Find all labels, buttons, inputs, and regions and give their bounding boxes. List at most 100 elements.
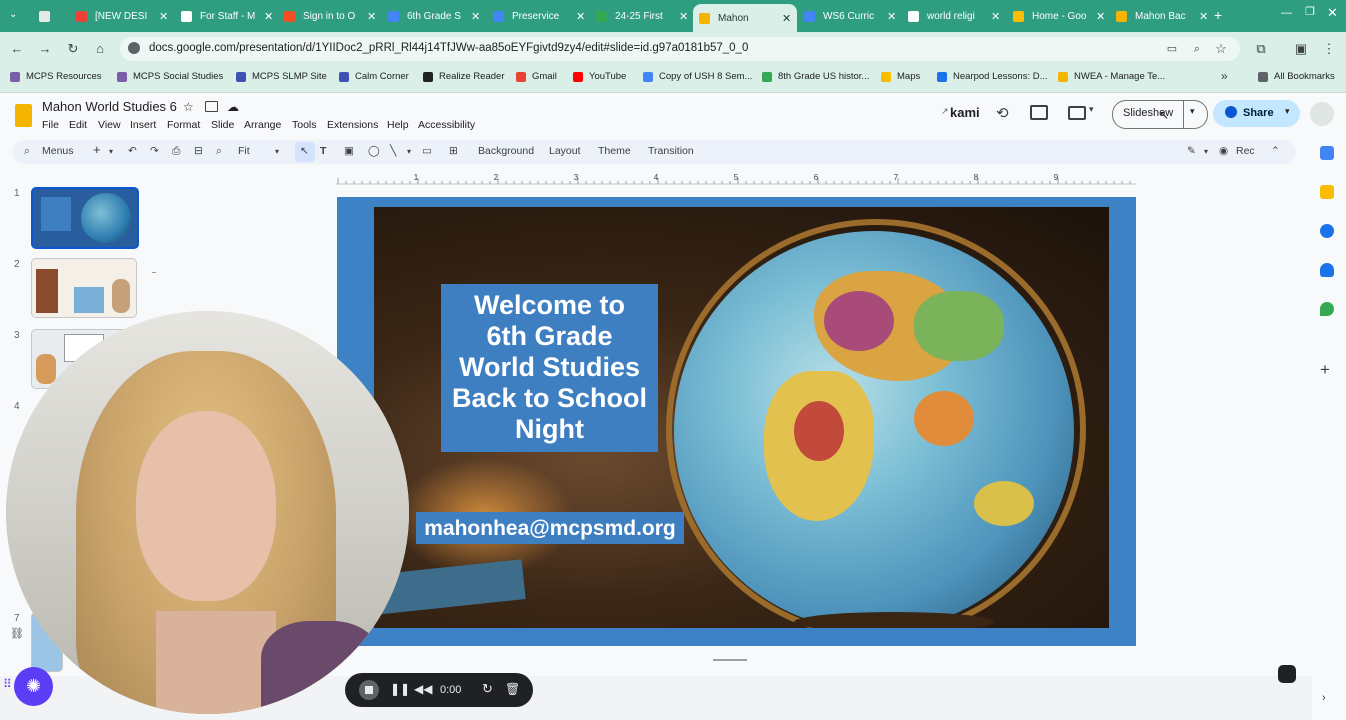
slide-thumbnail-1[interactable] [31,187,139,249]
close-window-icon[interactable]: ✕ [1327,5,1338,21]
close-tab-icon[interactable]: ✕ [471,10,480,23]
forward-icon[interactable]: → [36,40,54,58]
delete-icon[interactable]: 🗑 [505,682,520,696]
avatar[interactable] [1310,102,1334,126]
star-icon[interactable]: ☆ [183,100,194,114]
bookmark-item[interactable]: 8th Grade US histor... [762,71,869,82]
calendar-icon[interactable] [1320,146,1334,160]
browser-tab[interactable]: Preservice ✕ [487,4,591,28]
collapse-toolbar-icon[interactable]: ⌃ [1271,145,1280,157]
select-cursor-icon[interactable]: ↖ [300,145,309,157]
bookmark-item[interactable]: All Bookmarks [1258,71,1335,82]
browser-tab[interactable]: 24-25 First ✕ [590,4,694,28]
more-menu-icon[interactable]: ⋮ [1320,40,1338,58]
zoom-icon[interactable]: ⌕ [216,145,222,158]
menu-item[interactable]: Accessibility [418,119,475,131]
site-info-icon[interactable] [128,42,140,54]
move-folder-icon[interactable] [205,101,218,112]
shape-icon[interactable]: ◯ [368,145,380,157]
reload-icon[interactable]: ↻ [64,40,82,58]
bookmark-item[interactable]: MCPS SLMP Site [236,71,327,82]
slides-logo-icon[interactable] [15,104,32,127]
menu-item[interactable]: Arrange [244,119,281,131]
rec-button[interactable]: Rec [1236,145,1255,157]
speaker-notes-handle[interactable] [713,659,747,661]
back-icon[interactable]: ← [8,40,26,58]
camera-icon[interactable]: ▭ [1163,40,1181,58]
browser-tab[interactable]: Mahon Bac ✕ [1110,4,1214,28]
bookmark-item[interactable]: Calm Corner [339,71,409,82]
bookmark-star-icon[interactable]: ☆ [1212,40,1230,58]
maps-icon[interactable] [1320,302,1334,316]
contacts-icon[interactable] [1320,263,1334,277]
explore-icon[interactable] [1278,665,1296,683]
close-tab-icon[interactable]: ✕ [367,10,376,23]
comment-icon[interactable]: ⊞ [449,145,458,157]
tasks-icon[interactable] [1320,224,1334,238]
pen-dropdown-icon[interactable]: ▾ [1204,147,1208,156]
close-tab-icon[interactable]: ✕ [782,12,791,25]
restore-icon[interactable]: ❐ [1305,5,1315,18]
browser-tab[interactable]: Sign in to O ✕ [278,4,382,28]
theme-button[interactable]: Theme [598,145,631,157]
menu-item[interactable]: Help [387,119,409,131]
new-tab-button[interactable]: + [1214,7,1222,23]
share-dropdown-icon[interactable]: ▾ [1285,106,1290,117]
menu-item[interactable]: Tools [292,119,317,131]
minimize-icon[interactable]: — [1281,7,1292,19]
print-icon[interactable]: ⎙ [172,145,180,158]
meet-icon[interactable] [1068,106,1086,120]
browser-tab[interactable]: world religi ✕ [902,4,1006,28]
browser-tab[interactable]: Home - Goo ✕ [1007,4,1111,28]
line-dropdown-icon[interactable]: ▾ [407,147,411,156]
slide-thumbnail-2[interactable] [31,258,137,318]
show-side-panel-icon[interactable]: › [1322,692,1326,704]
recorder-launcher-icon[interactable]: ✺ [14,667,53,706]
sidebar-icon[interactable]: ▣ [1292,40,1310,58]
redo-icon[interactable]: ↷ [150,145,159,157]
transition-button[interactable]: Transition [648,145,694,157]
menu-item[interactable]: Insert [130,119,156,131]
close-tab-icon[interactable]: ✕ [576,10,585,23]
menu-item[interactable]: File [42,119,59,131]
bookmark-item[interactable]: YouTube [573,71,626,82]
menu-item[interactable]: Format [167,119,200,131]
menu-item[interactable]: View [98,119,121,131]
bookmark-item[interactable]: Copy of USH 8 Sem... [643,71,752,82]
undo-icon[interactable]: ↶ [128,145,137,157]
menu-item[interactable]: Edit [69,119,87,131]
close-tab-icon[interactable]: ✕ [1096,10,1105,23]
drag-handle-icon[interactable]: ⠿ [3,677,12,691]
browser-tab[interactable]: Mahon ✕ [693,4,797,32]
insert-video-icon[interactable]: ▭ [422,145,432,157]
url-text[interactable]: docs.google.com/presentation/d/1YIIDoc2_… [149,42,748,54]
get-addons-icon[interactable]: + [1320,360,1330,380]
new-slide-dropdown-icon[interactable]: ▾ [109,147,113,156]
paint-format-icon[interactable]: ⊟ [194,145,203,157]
slideshow-dropdown-icon[interactable]: ▾ [1190,106,1195,117]
restart-icon[interactable]: ↻ [482,681,493,697]
bookmark-item[interactable]: MCPS Resources [10,71,102,82]
browser-tab[interactable]: [NEW DESI ✕ [70,4,174,28]
close-tab-icon[interactable]: ✕ [159,10,168,23]
browser-tab[interactable]: WS6 Curric ✕ [798,4,902,28]
menu-item[interactable]: Extensions [327,119,378,131]
background-button[interactable]: Background [478,145,534,157]
close-tab-icon[interactable]: ✕ [264,10,273,23]
menu-item[interactable]: Slide [211,119,234,131]
menus-search[interactable]: Menus [42,145,74,157]
zoom-icon[interactable]: ⌕ [1188,40,1206,58]
document-title[interactable]: Mahon World Studies 6 [42,99,177,114]
extensions-icon[interactable]: ⧉ [1252,40,1270,58]
webcam-bubble[interactable] [6,311,409,714]
bookmarks-overflow-icon[interactable]: » [1221,69,1228,83]
browser-tab[interactable] [35,4,63,28]
version-history-icon[interactable]: ⟲ [996,104,1009,122]
pen-icon[interactable]: ✎ [1187,145,1196,157]
text-box-icon[interactable]: T [320,145,326,157]
bookmark-item[interactable]: Realize Reader [423,71,504,82]
close-tab-icon[interactable]: ✕ [1199,10,1208,23]
tab-search-icon[interactable]: ⌄ [9,9,23,23]
bookmark-item[interactable]: Maps [881,71,920,82]
close-tab-icon[interactable]: ✕ [887,10,896,23]
